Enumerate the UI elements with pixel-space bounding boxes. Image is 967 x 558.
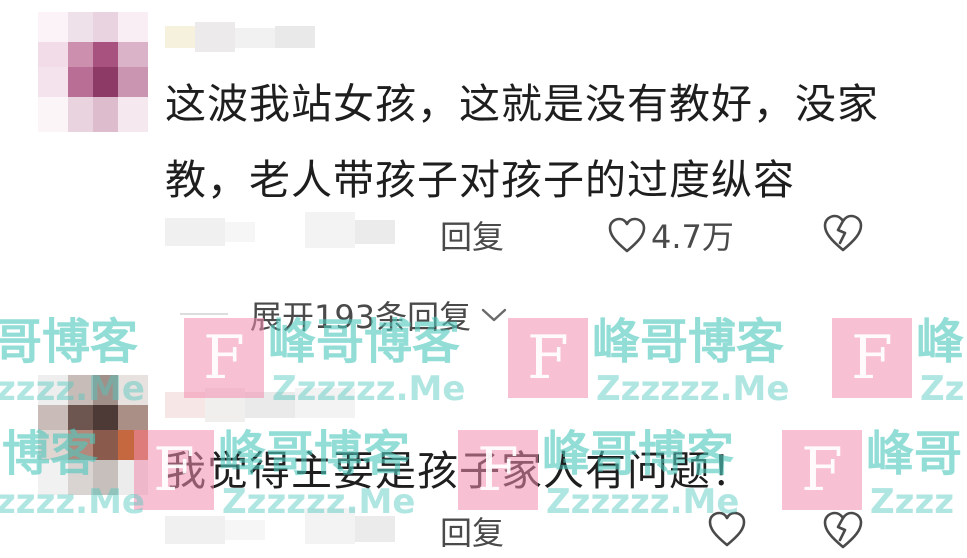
- watermark-domain: Zzzz: [870, 482, 955, 522]
- timestamp-blurred: [165, 212, 395, 250]
- watermark-text: 峰: [916, 314, 965, 370]
- watermark-domain: Zzzzzz.Me: [596, 369, 790, 409]
- watermark-domain: Zzzzzz.Me: [546, 482, 740, 522]
- watermark-domain: Zz: [920, 369, 965, 409]
- watermark-text: 峰哥博客: [218, 426, 411, 482]
- divider: [180, 313, 228, 315]
- watermark-text: 峰哥博客: [592, 314, 785, 370]
- like-button[interactable]: 4.7万: [607, 212, 734, 258]
- watermark-logo: F: [458, 430, 538, 510]
- broken-heart-icon: [823, 214, 863, 252]
- watermark-domain: zzzz.Me: [0, 369, 145, 409]
- dislike-button[interactable]: [822, 510, 864, 554]
- reply-button[interactable]: 回复: [440, 508, 504, 554]
- watermark-logo: F: [832, 318, 912, 398]
- comment-text: 这波我站女孩，这就是没有教好，没家教，老人带孩子对孩子的过度纵容: [165, 80, 879, 204]
- watermark-text: 哥博客: [0, 314, 139, 370]
- watermark-logo: F: [782, 430, 862, 510]
- watermark-text: 峰哥博客: [542, 426, 735, 482]
- broken-heart-icon: [823, 511, 863, 549]
- watermark-logo: F: [184, 318, 264, 398]
- avatar-blurred[interactable]: [38, 12, 148, 132]
- watermark-text: 峰哥博客: [268, 314, 461, 370]
- watermark-logo: F: [134, 430, 214, 510]
- watermark-text: 峰哥: [866, 426, 963, 482]
- dislike-button[interactable]: [822, 213, 864, 257]
- comment-thread: 这波我站女孩，这就是没有教好，没家教，老人带孩子对孩子的过度纵容 回复 4.7万…: [0, 0, 967, 558]
- heart-outline-icon: [608, 217, 646, 253]
- watermark-domain: zzzz.Me: [0, 482, 145, 522]
- watermark-text: 博客: [2, 426, 99, 482]
- username-blurred[interactable]: [165, 22, 315, 52]
- chevron-down-icon: [481, 308, 507, 322]
- like-count: 4.7万: [651, 218, 734, 256]
- reply-button[interactable]: 回复: [440, 212, 504, 258]
- watermark-domain: Zzzzzz.Me: [272, 369, 466, 409]
- watermark-domain: Zzzzzz.Me: [222, 482, 416, 522]
- watermark-logo: F: [508, 318, 588, 398]
